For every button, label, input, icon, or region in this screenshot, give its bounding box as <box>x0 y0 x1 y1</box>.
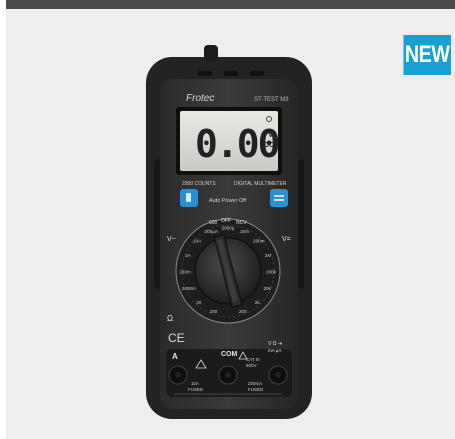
dial-rim-label: 200k <box>266 270 277 275</box>
lcd-unit-dc: DC <box>264 142 274 149</box>
dial-rim-label: 2000m <box>182 286 196 291</box>
dial-rim-label: 10A <box>193 239 202 244</box>
dial-rim-label: 200m <box>179 270 191 275</box>
a-rating-label: 10A <box>191 381 199 386</box>
dial-rim-label: 20k <box>263 286 271 291</box>
dial-label-ncv: NCV <box>236 220 247 226</box>
dial-dc-volts-symbol: V= <box>282 236 291 243</box>
dial-rim-label: 2k <box>255 300 261 305</box>
dial-rim-label: 20m <box>240 229 249 234</box>
dial-rim-label: 200μA <box>205 229 219 234</box>
dial-rim-label: 200 <box>209 309 217 314</box>
lcd-unit-volts: V <box>268 130 274 139</box>
dial-ac-volts-symbol: V~ <box>167 236 176 243</box>
dial-rim-label: 2000μ <box>222 226 235 231</box>
top-divider <box>6 0 455 9</box>
cat-voltage-label: 600V <box>246 363 257 368</box>
cat-rating-label: CAT III <box>246 357 260 362</box>
product-image-panel[interactable]: NEW Frotec ST-TEST M3 0.00 V DC 2000 COU… <box>6 9 455 439</box>
product-card[interactable]: NEW Frotec ST-TEST M3 0.00 V DC 2000 COU… <box>0 0 455 439</box>
dial-label-600: 600 <box>209 220 218 226</box>
type-label: DIGITAL MULTIMETER <box>234 181 287 187</box>
ce-mark: CE <box>168 331 185 345</box>
terminal-vohm-label: V Ω ⇥ <box>268 341 282 347</box>
dial-rim-label: 20 <box>196 300 202 305</box>
counts-label: 2000 COUNTS <box>182 181 216 187</box>
vohm-fused-label: FUSED <box>248 387 264 392</box>
terminal-com-label: COM <box>221 351 238 358</box>
probe-holder <box>204 45 218 61</box>
model-label: ST-TEST M3 <box>254 97 289 103</box>
flashlight-icon <box>186 193 191 202</box>
terminal-a-label: A <box>172 352 178 361</box>
dial-rim-label: 2M <box>265 253 272 258</box>
multimeter-illustration: Frotec ST-TEST M3 0.00 V DC 2000 COUNTS … <box>146 45 312 419</box>
dial-rim-label: 2A <box>185 253 192 258</box>
dial-rim-label: 200m <box>253 239 265 244</box>
dial-label-off: OFF <box>221 218 231 224</box>
auto-power-off-label: Auto Power Off <box>209 198 247 204</box>
dial-rim-label: 200 <box>239 309 247 314</box>
a-fused-label: FUSED <box>188 387 204 392</box>
brand-logo: Frotec <box>186 93 214 104</box>
dial-ohm-symbol: Ω <box>167 314 173 323</box>
hold-button[interactable] <box>270 189 288 207</box>
vohm-rating-label: 200mA <box>248 381 262 386</box>
terminal-ma-label: mA μA <box>268 348 281 353</box>
